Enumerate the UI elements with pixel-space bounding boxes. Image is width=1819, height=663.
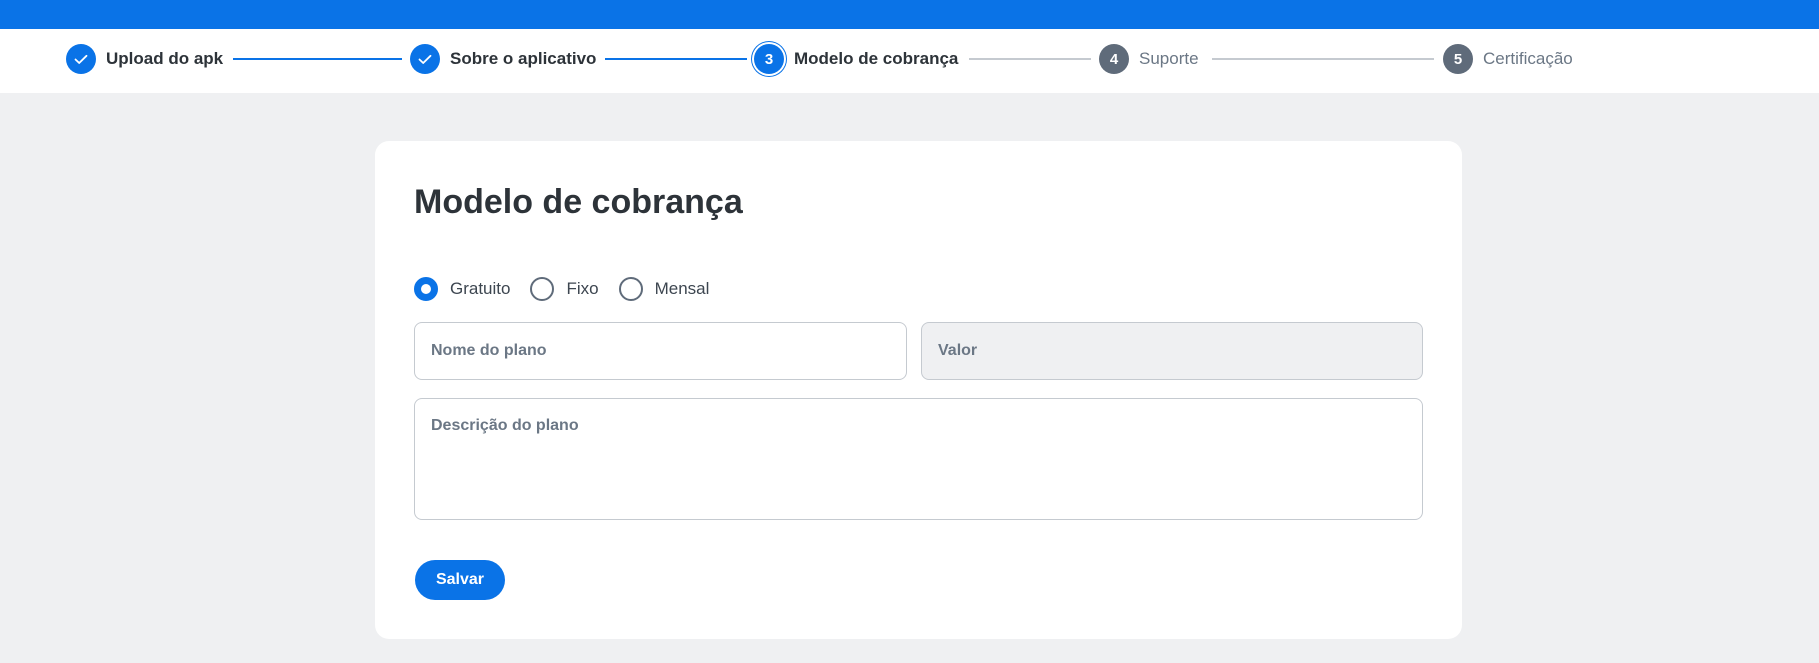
radio-label: Fixo [566,279,599,298]
step-number: 4 [1099,44,1129,74]
check-icon [410,44,440,74]
step-suporte[interactable]: 4 Suporte [1099,44,1199,74]
step-sobre-aplicativo[interactable]: Sobre o aplicativo [410,44,596,74]
step-number: 3 [754,44,784,74]
step-connector-1-2 [233,58,402,60]
stepper: Upload do apk Sobre o aplicativo 3 Model… [0,29,1819,93]
top-bar [0,0,1819,29]
billing-model-card: Modelo de cobrança Gratuito Fixo Mensal … [375,141,1462,639]
step-connector-2-3 [605,58,747,60]
radio-fixo[interactable]: Fixo [530,277,599,301]
check-icon [66,44,96,74]
price-input[interactable] [921,322,1423,380]
radio-label: Gratuito [450,279,511,298]
radio-label: Mensal [654,279,710,298]
radio-gratuito[interactable]: Gratuito [414,277,510,301]
pricing-radio-group: Gratuito Fixo Mensal [414,277,729,301]
step-modelo-cobranca[interactable]: 3 Modelo de cobrança [754,44,958,74]
step-label: Upload do apk [106,49,224,68]
step-upload-apk[interactable]: Upload do apk [66,44,223,74]
step-label: Sobre o aplicativo [450,49,597,68]
step-connector-3-4 [969,58,1091,60]
plan-description-textarea[interactable] [414,398,1423,520]
step-label: Suporte [1139,49,1199,68]
radio-unchecked-icon [530,277,555,301]
radio-checked-icon [414,277,438,301]
radio-unchecked-icon [618,277,643,301]
page-title: Modelo de cobrança [414,183,743,221]
step-certificacao[interactable]: 5 Certificação [1443,44,1573,74]
step-label: Modelo de cobrança [794,49,959,68]
plan-name-input[interactable] [414,322,907,380]
step-label: Certificação [1483,49,1573,68]
radio-mensal[interactable]: Mensal [618,277,710,301]
step-connector-4-5 [1212,58,1434,60]
save-button[interactable]: Salvar [415,560,505,600]
step-number: 5 [1443,44,1473,74]
